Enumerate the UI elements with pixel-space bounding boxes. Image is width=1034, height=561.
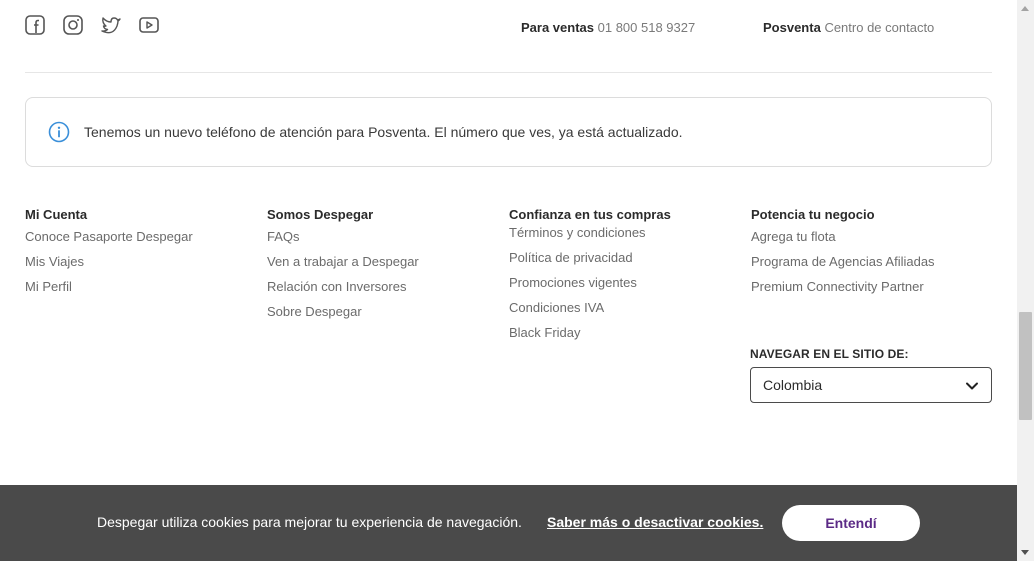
social-links bbox=[25, 15, 159, 35]
footer-link[interactable]: Black Friday bbox=[509, 320, 749, 345]
cookie-banner: Despegar utiliza cookies para mejorar tu… bbox=[0, 485, 1017, 561]
contact-center-link[interactable]: Centro de contacto bbox=[824, 20, 934, 35]
page-scrollbar[interactable] bbox=[1017, 0, 1034, 561]
divider bbox=[25, 72, 992, 73]
footer-column-about: Somos Despegar FAQs Ven a trabajar a Des… bbox=[267, 207, 507, 324]
column-title: Somos Despegar bbox=[267, 207, 374, 222]
footer-link[interactable]: Relación con Inversores bbox=[267, 274, 507, 299]
column-title: Confianza en tus compras bbox=[509, 207, 671, 222]
footer-link[interactable]: Conoce Pasaporte Despegar bbox=[25, 224, 265, 249]
info-icon bbox=[48, 121, 70, 143]
sales-contact: Para ventas 01 800 518 9327 bbox=[521, 20, 695, 35]
country-select-value: Colombia bbox=[763, 377, 823, 393]
footer-link[interactable]: Condiciones IVA bbox=[509, 295, 749, 320]
footer-column-trust: Confianza en tus compras Términos y cond… bbox=[509, 207, 749, 345]
footer-link[interactable]: Términos y condiciones bbox=[509, 220, 749, 245]
scrollbar-thumb[interactable] bbox=[1019, 312, 1032, 420]
footer-link[interactable]: Política de privacidad bbox=[509, 245, 749, 270]
footer-link[interactable]: Mis Viajes bbox=[25, 249, 265, 274]
notice-banner: Tenemos un nuevo teléfono de atención pa… bbox=[25, 97, 992, 167]
sales-phone: 01 800 518 9327 bbox=[597, 20, 696, 35]
cookie-settings-link[interactable]: Saber más o desactivar cookies. bbox=[547, 514, 763, 530]
scroll-up-icon[interactable] bbox=[1021, 6, 1029, 11]
twitter-icon[interactable] bbox=[101, 15, 121, 35]
facebook-icon[interactable] bbox=[25, 15, 45, 35]
postsale-contact: Posventa Centro de contacto bbox=[763, 20, 934, 35]
site-selector-label: NAVEGAR EN EL SITIO DE: bbox=[750, 347, 909, 361]
accept-cookies-button[interactable]: Entendí bbox=[782, 505, 920, 541]
chevron-down-icon bbox=[966, 382, 978, 390]
footer-link[interactable]: Agrega tu flota bbox=[751, 224, 991, 249]
scroll-down-icon[interactable] bbox=[1021, 550, 1029, 555]
footer-link[interactable]: Sobre Despegar bbox=[267, 299, 507, 324]
country-select[interactable]: Colombia bbox=[750, 367, 992, 403]
footer-link[interactable]: Programa de Agencias Afiliadas bbox=[751, 249, 991, 274]
youtube-icon[interactable] bbox=[139, 15, 159, 35]
footer-link[interactable]: Ven a trabajar a Despegar bbox=[267, 249, 507, 274]
notice-text: Tenemos un nuevo teléfono de atención pa… bbox=[84, 124, 683, 140]
column-title: Potencia tu negocio bbox=[751, 207, 875, 222]
sales-label: Para ventas bbox=[521, 20, 594, 35]
footer-link[interactable]: Premium Connectivity Partner bbox=[751, 274, 991, 299]
postsale-label: Posventa bbox=[763, 20, 821, 35]
footer-column-business: Potencia tu negocio Agrega tu flota Prog… bbox=[751, 207, 991, 299]
footer-link[interactable]: Promociones vigentes bbox=[509, 270, 749, 295]
column-title: Mi Cuenta bbox=[25, 207, 88, 222]
instagram-icon[interactable] bbox=[63, 15, 83, 35]
footer-link[interactable]: Mi Perfil bbox=[25, 274, 265, 299]
footer-column-account: Mi Cuenta Conoce Pasaporte Despegar Mis … bbox=[25, 207, 265, 299]
footer-link[interactable]: FAQs bbox=[267, 224, 507, 249]
cookie-message: Despegar utiliza cookies para mejorar tu… bbox=[97, 514, 522, 530]
